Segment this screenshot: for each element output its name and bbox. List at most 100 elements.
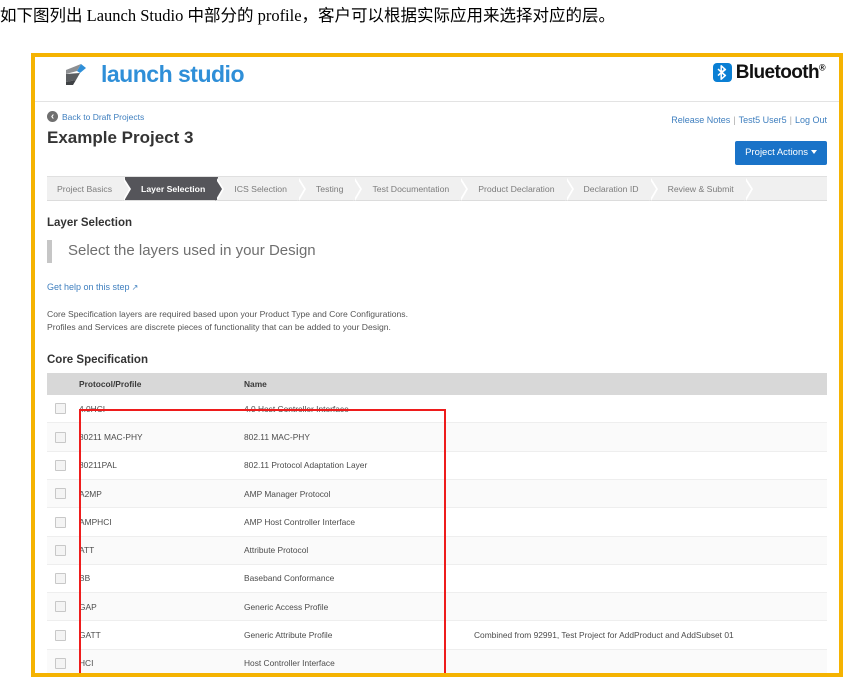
layer-note-cell bbox=[474, 592, 827, 622]
account-links: Release Notes | Test5 User5 | Log Out bbox=[671, 115, 827, 125]
protocol-profile-cell: A2MP bbox=[79, 479, 244, 509]
layer-name-cell: 4.0 Host Controller Interface bbox=[244, 395, 474, 424]
layer-note-cell bbox=[474, 422, 827, 452]
step-tab-ics-selection[interactable]: ICS Selection bbox=[218, 177, 306, 201]
layer-checkbox[interactable] bbox=[55, 657, 66, 669]
layer-note-cell bbox=[474, 479, 827, 509]
table-head: Protocol/Profile Name bbox=[47, 373, 827, 396]
layer-name-cell: Baseband Conformance bbox=[244, 564, 474, 594]
protocol-profile-cell: GATT bbox=[79, 620, 244, 650]
release-notes-link[interactable]: Release Notes bbox=[671, 115, 730, 125]
back-arrow-circle-icon: ‹ bbox=[47, 111, 58, 122]
layer-checkbox[interactable] bbox=[55, 573, 66, 585]
layer-name-cell: Host Controller Interface bbox=[244, 649, 474, 673]
project-subheader: ‹ Back to Draft Projects Example Project… bbox=[35, 102, 839, 176]
step-tab-label: Review & Submit bbox=[667, 183, 734, 194]
main-content: Layer Selection Select the layers used i… bbox=[35, 217, 839, 673]
layer-checkbox[interactable] bbox=[55, 431, 66, 443]
protocol-profile-cell: AMPHCI bbox=[79, 507, 244, 537]
get-help-link[interactable]: Get help on this step ↗ bbox=[47, 282, 138, 292]
wizard-steps: Project Basics Layer Selection ICS Selecti… bbox=[47, 176, 827, 201]
step-tab-label: Project Basics bbox=[57, 183, 113, 194]
layer-checkbox[interactable] bbox=[55, 459, 66, 471]
layer-name-cell: 802.11 Protocol Adaptation Layer bbox=[244, 451, 474, 480]
step-tab-label: Test Documentation bbox=[372, 183, 450, 194]
launch-studio-logo[interactable]: launch studio bbox=[64, 60, 245, 87]
layer-note-cell bbox=[474, 649, 827, 673]
row-checkbox-cell bbox=[47, 507, 79, 537]
app-header: launch studio Bluetooth® bbox=[35, 57, 839, 102]
core-specification-title: Core Specification bbox=[47, 354, 148, 367]
back-link-label: Back to Draft Projects bbox=[62, 111, 145, 122]
get-help-label: Get help on this step bbox=[47, 282, 130, 292]
layer-note-cell bbox=[474, 395, 827, 424]
step-tab-label: Layer Selection bbox=[141, 183, 206, 194]
row-checkbox-cell bbox=[47, 422, 79, 452]
protocol-profile-cell: 80211PAL bbox=[79, 451, 244, 480]
layer-checkbox[interactable] bbox=[55, 488, 66, 500]
caret-down-icon bbox=[811, 150, 817, 155]
table-row[interactable]: A2MP AMP Manager Protocol bbox=[47, 479, 827, 509]
layer-checkbox[interactable] bbox=[55, 516, 66, 528]
column-header-protocol-profile: Protocol/Profile bbox=[79, 373, 244, 396]
layer-note-cell bbox=[474, 564, 827, 594]
table-row[interactable]: ATT Attribute Protocol bbox=[47, 536, 827, 565]
back-to-draft-projects-link[interactable]: ‹ Back to Draft Projects bbox=[47, 111, 144, 122]
layer-note-cell bbox=[474, 507, 827, 537]
step-tab-label: ICS Selection bbox=[234, 183, 287, 194]
bluetooth-wordmark: Bluetooth® bbox=[735, 62, 826, 83]
row-checkbox-cell bbox=[47, 620, 79, 650]
table-row[interactable]: AMPHCI AMP Host Controller Interface bbox=[47, 507, 827, 537]
table-row[interactable]: BB Baseband Conformance bbox=[47, 564, 827, 594]
column-header-note bbox=[474, 373, 827, 396]
section-description: Core Specification layers are required b… bbox=[47, 308, 827, 334]
table-row[interactable]: 80211 MAC-PHY 802.11 MAC-PHY bbox=[47, 422, 827, 452]
table-row[interactable]: 80211PAL 802.11 Protocol Adaptation Layer bbox=[47, 451, 827, 480]
description-line-2: Profiles and Services are discrete piece… bbox=[47, 322, 391, 333]
log-out-link[interactable]: Log Out bbox=[795, 115, 827, 125]
description-line-1: Core Specification layers are required b… bbox=[47, 309, 408, 319]
step-tab-label: Product Declaration bbox=[478, 183, 555, 194]
step-tab-testing[interactable]: Testing bbox=[299, 177, 362, 201]
layer-name-cell: 802.11 MAC-PHY bbox=[244, 422, 474, 452]
table-body: 4.0HCI 4.0 Host Controller Interface 80211… bbox=[47, 395, 827, 673]
table-row[interactable]: HCI Host Controller Interface bbox=[47, 649, 827, 673]
row-checkbox-cell bbox=[47, 564, 79, 594]
row-checkbox-cell bbox=[47, 451, 79, 480]
layer-checkbox[interactable] bbox=[55, 601, 66, 613]
step-tab-project-basics[interactable]: Project Basics bbox=[47, 177, 132, 201]
user-name-link[interactable]: Test5 User5 bbox=[739, 115, 787, 125]
bluetooth-brand: Bluetooth® bbox=[712, 62, 826, 83]
layer-name-cell: Generic Attribute Profile bbox=[244, 620, 474, 650]
table-row[interactable]: GAP Generic Access Profile bbox=[47, 592, 827, 622]
link-separator-1: | bbox=[733, 115, 736, 125]
layer-note-cell bbox=[474, 451, 827, 480]
row-checkbox-cell bbox=[47, 536, 79, 565]
link-separator-2: | bbox=[789, 115, 792, 125]
protocol-profile-cell: ATT bbox=[79, 536, 244, 565]
layer-note-cell bbox=[474, 536, 827, 565]
page-title: Example Project 3 bbox=[47, 128, 194, 147]
project-actions-button[interactable]: Project Actions bbox=[735, 141, 827, 165]
protocol-profile-cell: BB bbox=[79, 564, 244, 594]
layer-note-cell: Combined from 92991, Test Project for Ad… bbox=[474, 620, 827, 650]
step-tab-product-declaration[interactable]: Product Declaration bbox=[462, 177, 574, 201]
step-tab-label: Declaration ID bbox=[583, 183, 639, 194]
column-header-name: Name bbox=[244, 373, 474, 396]
table-header-row: Protocol/Profile Name bbox=[47, 373, 827, 396]
layer-checkbox[interactable] bbox=[55, 403, 66, 415]
step-tab-test-documentation[interactable]: Test Documentation bbox=[356, 177, 469, 201]
launch-studio-logo-text: launch studio bbox=[101, 60, 245, 87]
layer-checkbox[interactable] bbox=[55, 544, 66, 556]
page-caption: 如下图列出 Launch Studio 中部分的 profile，客户可以根据实… bbox=[0, 6, 616, 25]
layer-checkbox[interactable] bbox=[55, 629, 66, 641]
layer-name-cell: Generic Access Profile bbox=[244, 592, 474, 622]
step-tab-layer-selection[interactable]: Layer Selection bbox=[125, 177, 225, 201]
table-row[interactable]: 4.0HCI 4.0 Host Controller Interface bbox=[47, 395, 827, 424]
table-row[interactable]: GATT Generic Attribute Profile Combined fr… bbox=[47, 620, 827, 650]
external-link-icon: ↗ bbox=[131, 283, 139, 292]
paper-plane-logo-icon bbox=[64, 61, 94, 87]
step-tab-declaration-id[interactable]: Declaration ID bbox=[567, 177, 658, 201]
step-tab-review-submit[interactable]: Review & Submit bbox=[651, 177, 753, 201]
layer-name-cell: Attribute Protocol bbox=[244, 536, 474, 565]
